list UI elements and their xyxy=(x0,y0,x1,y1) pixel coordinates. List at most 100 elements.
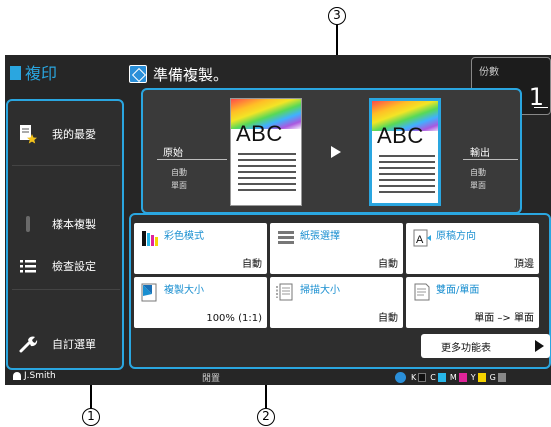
function-value: 自動 xyxy=(378,259,398,270)
more-functions-button[interactable]: 更多功能表 xyxy=(421,334,550,358)
page-text: ABC xyxy=(377,123,424,148)
toner-label: M xyxy=(449,373,457,382)
function-value: 100% (1:1) xyxy=(206,313,262,324)
status-bar: 準備複製。 xyxy=(129,60,228,88)
arrow-right-icon xyxy=(331,146,341,158)
function-value: 自動 xyxy=(242,259,262,270)
text-line xyxy=(379,185,435,187)
text-line xyxy=(379,191,435,193)
status-message: 準備複製。 xyxy=(153,65,229,84)
function-name: 紙張選擇 xyxy=(300,231,340,242)
divider xyxy=(157,159,227,160)
output-settings: 自動 單面 xyxy=(470,166,486,192)
text-line xyxy=(238,189,296,191)
text-line xyxy=(379,179,435,181)
checklist-icon xyxy=(18,256,38,276)
machine-status: 閒置 xyxy=(202,374,221,384)
reduce-enlarge-icon xyxy=(140,282,160,302)
app-title-label: 複印 xyxy=(25,64,58,83)
toner-swatch xyxy=(458,373,467,382)
original-label: 原始 xyxy=(163,148,183,159)
divider xyxy=(12,289,120,290)
sidebar-item-label: 自訂選單 xyxy=(52,338,96,351)
function-grid: 彩色模式 自動 紙張選擇 自動 A 原稿方向 頂邊 複製大小 100% (1:1… xyxy=(129,213,551,369)
app-title: 複印 xyxy=(10,60,57,84)
text-line xyxy=(238,165,296,167)
wrench-icon xyxy=(18,334,38,354)
sidebar-item-favorites[interactable]: 我的最愛 xyxy=(12,119,120,149)
toner-swatch xyxy=(497,373,506,382)
orientation-icon: A xyxy=(412,228,432,248)
function-value: 頂邊 xyxy=(514,259,534,270)
copies-cursor xyxy=(534,106,548,108)
function-value: 自動 xyxy=(378,313,398,324)
output-label: 輸出 xyxy=(470,148,490,159)
favorites-icon xyxy=(18,124,38,144)
output-page-thumbnail: ABC xyxy=(369,98,441,206)
sidebar-item-label: 樣本複製 xyxy=(52,218,96,231)
function-name: 彩色模式 xyxy=(164,231,204,242)
orientation-button[interactable]: A 原稿方向 頂邊 xyxy=(406,223,539,274)
sidebar-item-check-settings[interactable]: 檢查設定 xyxy=(12,251,120,281)
color-mode-icon xyxy=(140,228,160,248)
sidebar-item-label: 我的最愛 xyxy=(52,128,96,141)
text-line xyxy=(379,173,435,175)
text-line xyxy=(379,155,435,157)
text-line xyxy=(379,161,435,163)
duplex-icon xyxy=(412,282,432,302)
toner-swatch xyxy=(477,373,486,382)
toner-label: G xyxy=(489,373,496,382)
paper-select-button[interactable]: 紙張選擇 自動 xyxy=(270,223,403,274)
toner-label: K xyxy=(411,373,417,382)
text-line xyxy=(238,159,296,161)
ink-drop-icon xyxy=(395,372,406,383)
toner-swatch xyxy=(418,373,427,382)
text-line xyxy=(238,153,296,155)
user-name: J.Smith xyxy=(24,371,56,381)
function-value: 單面 –> 單面 xyxy=(474,313,534,324)
function-name: 雙面/單面 xyxy=(436,285,480,296)
copies-label: 份數 xyxy=(479,67,499,78)
more-functions-label: 更多功能表 xyxy=(441,342,491,354)
toner-label: Y xyxy=(470,373,476,382)
page-text: ABC xyxy=(236,121,283,146)
paper-tray-icon xyxy=(276,228,296,248)
sample-copy-icon xyxy=(18,214,38,234)
sidebar-item-custom-menu[interactable]: 自訂選單 xyxy=(12,329,120,359)
text-line xyxy=(238,171,296,173)
function-name: 原稿方向 xyxy=(436,231,476,242)
text-line xyxy=(238,183,296,185)
original-color: 自動 xyxy=(171,168,187,177)
sidebar-item-sample-copy[interactable]: 樣本複製 xyxy=(12,209,120,239)
document-icon xyxy=(10,66,21,80)
text-line xyxy=(379,167,435,169)
function-name: 掃描大小 xyxy=(300,285,340,296)
callout-3: 3 xyxy=(328,7,346,25)
text-line xyxy=(238,177,296,179)
duplex-button[interactable]: 雙面/單面 單面 –> 單面 xyxy=(406,277,539,328)
arrow-right-icon xyxy=(535,340,544,352)
scan-size-icon xyxy=(276,282,296,302)
original-sides: 單面 xyxy=(171,181,187,190)
svg-text:A: A xyxy=(416,234,424,246)
bottom-status-bar: J.Smith 閒置 K C M Y G xyxy=(5,370,551,385)
sidebar-item-label: 檢查設定 xyxy=(52,260,96,273)
toner-label: C xyxy=(430,373,436,382)
color-mode-button[interactable]: 彩色模式 自動 xyxy=(134,223,267,274)
sidebar: 我的最愛 樣本複製 檢查設定 自訂選單 xyxy=(6,99,124,370)
output-sides: 單面 xyxy=(470,181,486,190)
original-page-thumbnail: ABC xyxy=(230,98,302,206)
user-icon xyxy=(13,372,21,380)
callout-2: 2 xyxy=(257,408,275,426)
copy-size-button[interactable]: 複製大小 100% (1:1) xyxy=(134,277,267,328)
toner-swatch xyxy=(437,373,446,382)
output-color: 自動 xyxy=(470,168,486,177)
scan-size-button[interactable]: 掃描大小 自動 xyxy=(270,277,403,328)
toner-levels[interactable]: K C M Y G xyxy=(395,372,508,383)
function-name: 複製大小 xyxy=(164,285,204,296)
divider xyxy=(12,165,120,166)
divider xyxy=(463,159,518,160)
callout-1: 1 xyxy=(82,408,100,426)
user-indicator[interactable]: J.Smith xyxy=(13,371,56,381)
original-settings: 自動 單面 xyxy=(171,166,187,192)
